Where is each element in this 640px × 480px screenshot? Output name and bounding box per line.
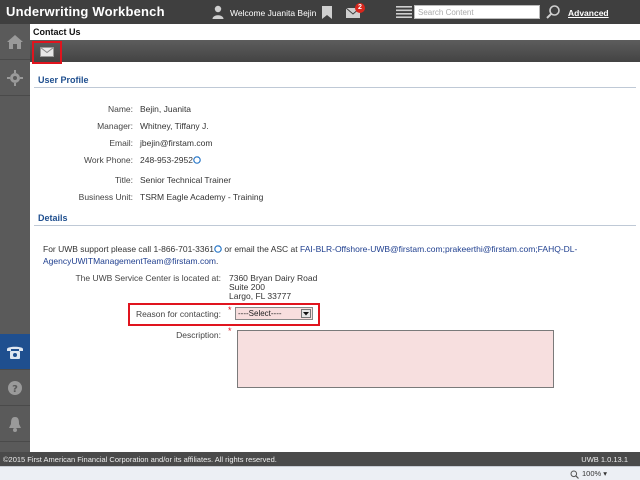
description-textarea[interactable] <box>237 330 554 388</box>
email-label: Email: <box>109 138 133 148</box>
work-phone-label: Work Phone: <box>84 155 133 165</box>
home-icon <box>7 34 23 49</box>
user-profile-heading: User Profile <box>38 75 89 85</box>
call-phone-icon[interactable] <box>193 156 201 164</box>
title-value: Senior Technical Trainer <box>140 175 232 185</box>
highlight-box-reason <box>128 303 320 326</box>
manager-value: Whitney, Tiffany J. <box>140 121 209 131</box>
notifications-button[interactable] <box>0 406 30 442</box>
support-phone-text: For UWB support please call 1-866-701-33… <box>43 244 215 254</box>
business-unit-value: TSRM Eagle Academy - Training <box>140 192 264 202</box>
gear-icon <box>7 69 23 86</box>
section-divider <box>34 225 636 226</box>
email-value: jbejin@firstam.com <box>140 138 213 148</box>
business-unit-label: Business Unit: <box>78 192 133 202</box>
support-text: For UWB support please call 1-866-701-33… <box>43 243 633 267</box>
contact-us-nav-button[interactable] <box>0 334 30 370</box>
version-text: UWB 1.0.13.1 <box>581 455 628 464</box>
copyright-text: ©2015 First American Financial Corporati… <box>3 455 277 464</box>
page-title: Contact Us <box>33 27 81 37</box>
browser-status-bar: 100% ▾ <box>0 466 640 480</box>
highlight-box-toolbar <box>32 41 62 64</box>
page-toolbar <box>30 40 640 62</box>
search-icon[interactable] <box>545 4 561 20</box>
search-input[interactable] <box>414 5 540 19</box>
help-button[interactable]: ? <box>0 370 30 406</box>
mail-count-badge: 2 <box>355 3 365 13</box>
left-sidebar: ? <box>0 24 30 452</box>
app-title: Underwriting Workbench <box>6 4 165 19</box>
support-mid-text: or email the ASC at <box>222 244 300 254</box>
user-icon <box>212 5 224 19</box>
name-value: Bejin, Juanita <box>140 104 192 114</box>
zoom-level[interactable]: 100% ▾ <box>582 469 607 478</box>
bell-icon <box>9 416 21 432</box>
help-icon: ? <box>8 380 22 395</box>
zoom-value: 100% <box>582 469 602 478</box>
manager-label: Manager: <box>97 121 133 131</box>
bookmark-icon[interactable] <box>322 6 332 19</box>
advanced-search-link[interactable]: Advanced <box>568 8 609 18</box>
description-label: Description: <box>176 330 221 340</box>
zoom-icon <box>570 470 579 479</box>
details-heading: Details <box>38 213 68 223</box>
welcome-text: Welcome Juanita Bejin <box>230 8 317 18</box>
support-suffix-text: . <box>216 256 219 266</box>
address-line-3: Largo, FL 33777 <box>229 291 292 301</box>
section-divider <box>34 87 636 88</box>
required-marker: * <box>228 326 232 336</box>
work-phone-value: 248-953-2952 <box>140 155 201 165</box>
service-center-label: The UWB Service Center is located at: <box>75 273 221 283</box>
phone-icon <box>7 346 23 359</box>
work-phone-number: 248-953-2952 <box>140 155 193 165</box>
title-label: Title: <box>114 175 133 185</box>
menu-icon[interactable] <box>396 6 412 18</box>
footer: ©2015 First American Financial Corporati… <box>0 452 640 466</box>
settings-button[interactable] <box>0 60 30 96</box>
top-header: Underwriting Workbench Welcome Juanita B… <box>0 0 640 24</box>
name-label: Name: <box>107 104 133 114</box>
call-phone-icon[interactable] <box>214 245 222 253</box>
svg-text:?: ? <box>12 384 18 395</box>
home-button[interactable] <box>0 24 30 60</box>
